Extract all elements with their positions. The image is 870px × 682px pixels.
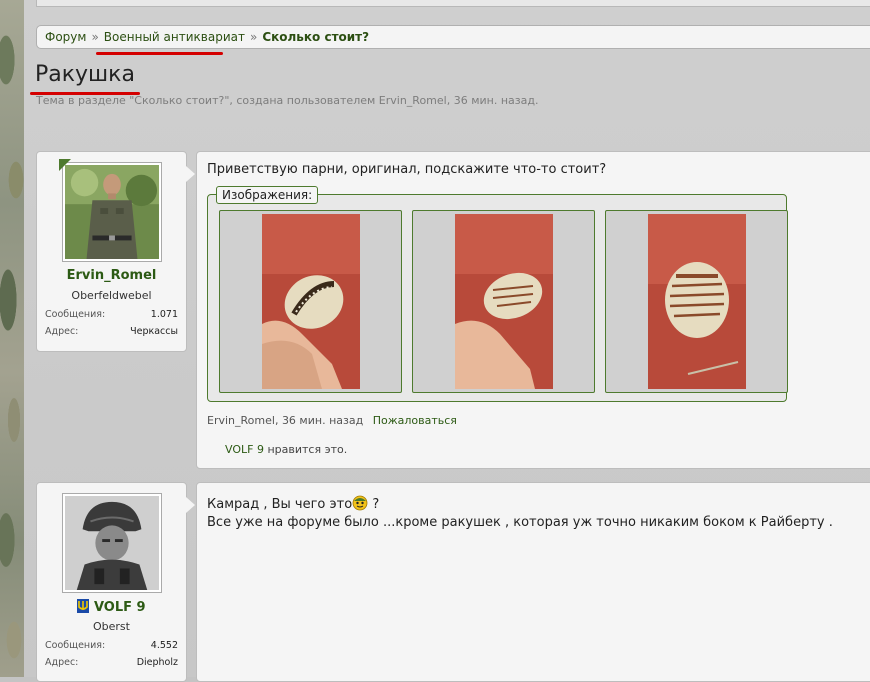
user-rank: Oberst: [93, 620, 130, 633]
user-stat-address: Адрес: Diepholz: [45, 657, 178, 668]
shell-photo-image: [648, 214, 746, 389]
avatar-soldier-bw-image: [65, 496, 159, 590]
post-time[interactable]: 36 мин. назад: [282, 414, 363, 427]
attachment-thumbnail[interactable]: [219, 210, 402, 393]
username-link[interactable]: Ervin_Romel: [37, 268, 186, 283]
user-stat-messages: Сообщения: 4.552: [45, 640, 178, 651]
attachments-block: Изображения:: [207, 186, 788, 402]
breadcrumb-separator: »: [91, 30, 99, 44]
trident-icon: [77, 599, 90, 613]
avatar[interactable]: [62, 493, 162, 593]
stat-value[interactable]: 4.552: [151, 640, 178, 651]
user-stat-messages: Сообщения: 1.071: [45, 309, 178, 320]
user-card: Ervin_Romel Oberfeldwebel Сообщения: 1.0…: [36, 151, 195, 352]
page-title: Ракушка: [35, 62, 135, 87]
breadcrumb-forum-link[interactable]: Форум: [45, 30, 86, 44]
card-arrow: [186, 166, 195, 182]
user-stat-address: Адрес: Черкассы: [45, 326, 178, 337]
attachments-label: Изображения:: [216, 186, 319, 204]
attachment-thumbnail[interactable]: [412, 210, 595, 393]
post-message: Камрад , Вы чего это ? Все уже на форуме…: [196, 482, 870, 682]
post-author-link[interactable]: Ervin_Romel: [207, 414, 275, 427]
breadcrumb: Форум » Военный антиквариат » Сколько стоит?: [36, 25, 870, 49]
shell-photo-image: [262, 214, 360, 389]
shell-photo-image: [455, 214, 553, 389]
username-link[interactable]: VOLF 9: [37, 599, 186, 615]
attachment-thumbnail[interactable]: [605, 210, 788, 393]
post-text: Камрад , Вы чего это ? Все уже на форуме…: [207, 495, 833, 532]
avatar[interactable]: [62, 162, 162, 262]
avatar-soldier-image: [65, 165, 159, 259]
post-message: Приветствую парни, оригинал, подскажите …: [196, 151, 870, 469]
stat-value[interactable]: Черкассы: [130, 326, 178, 337]
post-text-part: ?: [368, 497, 380, 512]
post-likes: VOLF 9 нравится это.: [225, 443, 347, 456]
post-text-part: Камрад , Вы чего это: [207, 497, 353, 512]
likes-suffix: нравится это.: [267, 443, 348, 456]
stat-label: Адрес:: [45, 657, 79, 668]
stat-label: Адрес:: [45, 326, 79, 337]
stat-value[interactable]: Diepholz: [137, 657, 178, 668]
thread-description: Тема в разделе "Сколько стоит?", создана…: [36, 94, 539, 107]
username-text[interactable]: VOLF 9: [94, 600, 146, 615]
liker-username-link[interactable]: VOLF 9: [225, 443, 264, 456]
post-text-line: Все уже на форуме было ...кроме ракушек …: [207, 515, 833, 530]
breadcrumb-military-antiques-link[interactable]: Военный антиквариат: [104, 30, 245, 44]
post-text: Приветствую парни, оригинал, подскажите …: [207, 162, 607, 177]
smiley-icon: [352, 495, 368, 511]
forum-content: Форум » Военный антиквариат » Сколько стоит?…: [24, 0, 870, 682]
user-card: VOLF 9 Oberst Сообщения: 4.552 Адрес: Di…: [36, 482, 195, 682]
stat-value[interactable]: 1.071: [151, 309, 178, 320]
breadcrumb-how-much-link[interactable]: Сколько стоит?: [262, 30, 369, 44]
stat-label: Сообщения:: [45, 640, 106, 651]
top-panel-edge: [36, 0, 870, 7]
side-camouflage-strip: [0, 0, 24, 677]
post-meta: Ervin_Romel, 36 мин. назад Пожаловаться: [207, 414, 457, 427]
stat-label: Сообщения:: [45, 309, 106, 320]
red-highlight-mark: [96, 52, 223, 55]
breadcrumb-separator: »: [249, 30, 258, 44]
card-arrow: [186, 497, 195, 513]
report-link[interactable]: Пожаловаться: [373, 414, 457, 427]
online-indicator: [59, 159, 71, 171]
user-rank: Oberfeldwebel: [71, 289, 152, 302]
